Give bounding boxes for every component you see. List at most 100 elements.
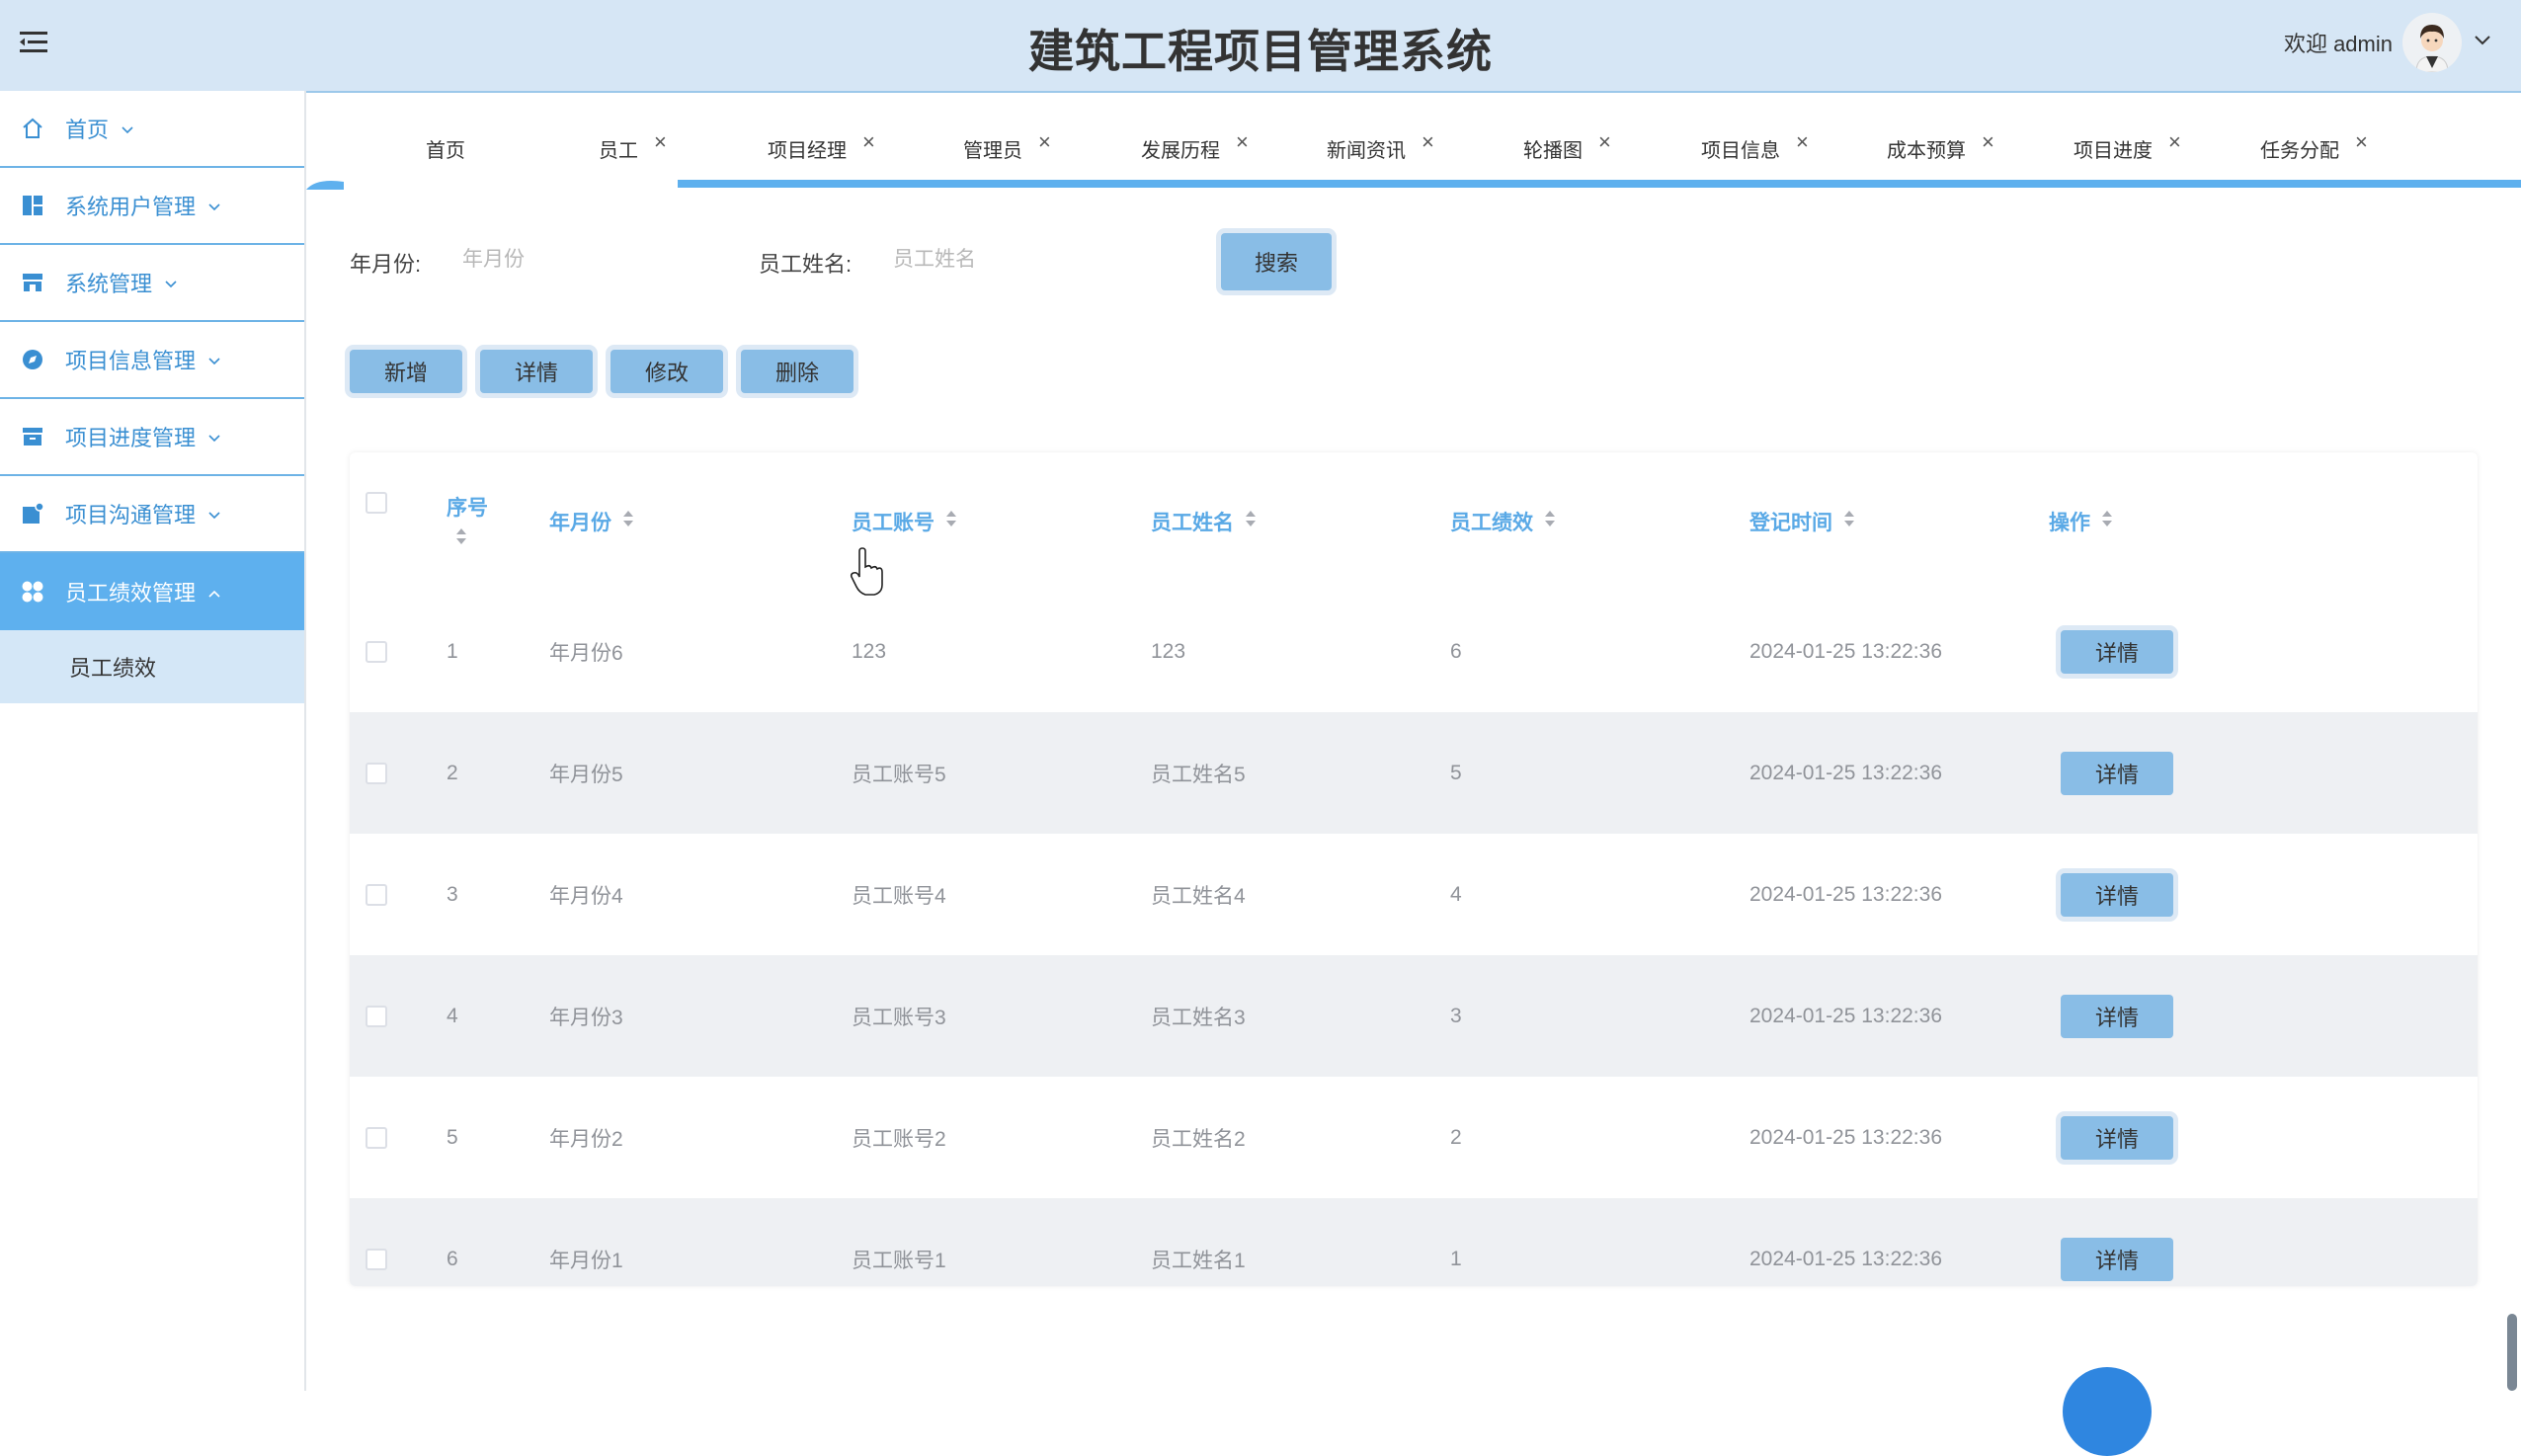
row-checkbox[interactable] bbox=[366, 763, 387, 784]
close-icon[interactable]: × bbox=[1422, 129, 1434, 155]
close-icon[interactable]: × bbox=[1038, 129, 1051, 155]
tab-employee[interactable]: 员工 × bbox=[599, 119, 667, 178]
close-icon[interactable]: × bbox=[862, 129, 875, 155]
close-icon[interactable]: × bbox=[2168, 129, 2181, 155]
user-menu[interactable]: 欢迎 admin bbox=[2284, 6, 2491, 79]
floating-action-button[interactable] bbox=[2063, 1367, 2152, 1456]
sidebar-item-label: 项目进度管理 bbox=[65, 426, 197, 450]
row-checkbox[interactable] bbox=[366, 1127, 387, 1149]
row-checkbox[interactable] bbox=[366, 884, 387, 906]
cell-no: 4 bbox=[447, 1004, 458, 1027]
sidebar-item-project-progress[interactable]: 项目进度管理 bbox=[0, 399, 304, 476]
sort-icon[interactable] bbox=[1842, 510, 1856, 533]
row-detail-button[interactable]: 详情 bbox=[2061, 1116, 2173, 1160]
sidebar-item-home[interactable]: 首页 bbox=[0, 91, 304, 168]
cell-account: 员工账号5 bbox=[852, 763, 946, 786]
sidebar-item-label: 系统用户管理 bbox=[65, 195, 197, 219]
column-header-time[interactable]: 登记时间 bbox=[1749, 452, 1856, 591]
sort-icon[interactable] bbox=[2100, 510, 2114, 533]
archive-icon bbox=[20, 424, 45, 449]
sort-icon[interactable] bbox=[1543, 510, 1557, 533]
cell-month: 年月份1 bbox=[549, 1249, 623, 1272]
welcome-text: 欢迎 admin bbox=[2283, 32, 2393, 56]
close-icon[interactable]: × bbox=[654, 129, 667, 155]
column-header-actions[interactable]: 操作 bbox=[2049, 452, 2114, 591]
cell-name: 员工姓名1 bbox=[1151, 1249, 1246, 1272]
cell-month: 年月份6 bbox=[549, 641, 623, 665]
row-checkbox[interactable] bbox=[366, 641, 387, 663]
search-button[interactable]: 搜索 bbox=[1221, 233, 1332, 290]
cell-score: 6 bbox=[1450, 639, 1462, 663]
scrollbar-thumb[interactable] bbox=[2507, 1314, 2517, 1391]
chevron-down-icon[interactable] bbox=[2474, 34, 2491, 51]
sort-icon[interactable] bbox=[944, 510, 958, 533]
close-icon[interactable]: × bbox=[1982, 129, 1994, 155]
sort-icon[interactable] bbox=[454, 527, 468, 551]
table-row[interactable]: 2 年月份5 员工账号5 员工姓名5 5 2024-01-25 13:22:36… bbox=[350, 712, 2478, 834]
column-header-month[interactable]: 年月份 bbox=[549, 452, 635, 591]
tab-task-assignment[interactable]: 任务分配 × bbox=[2260, 119, 2368, 178]
tab-history[interactable]: 发展历程 × bbox=[1141, 119, 1249, 178]
tab-admin[interactable]: 管理员 × bbox=[963, 119, 1051, 178]
close-icon[interactable]: × bbox=[1796, 129, 1809, 155]
month-input[interactable] bbox=[460, 237, 741, 283]
row-detail-button[interactable]: 详情 bbox=[2061, 995, 2173, 1038]
tab-cost-budget[interactable]: 成本预算 × bbox=[1887, 119, 1994, 178]
sidebar-item-system-manage[interactable]: 系统管理 bbox=[0, 245, 304, 322]
cell-name: 员工姓名2 bbox=[1151, 1127, 1246, 1151]
tab-label: 项目进度 bbox=[2074, 139, 2153, 162]
row-detail-button[interactable]: 详情 bbox=[2061, 873, 2173, 917]
cell-score: 1 bbox=[1450, 1247, 1462, 1270]
select-all-checkbox[interactable] bbox=[366, 492, 387, 514]
table-row[interactable]: 5 年月份2 员工账号2 员工姓名2 2 2024-01-25 13:22:36… bbox=[350, 1077, 2478, 1198]
employee-name-input[interactable] bbox=[891, 237, 1191, 283]
employee-name-label: 员工姓名: bbox=[759, 252, 853, 277]
add-button[interactable]: 新增 bbox=[350, 350, 462, 393]
avatar[interactable] bbox=[2402, 13, 2462, 72]
edit-button[interactable]: 修改 bbox=[610, 350, 723, 393]
column-label: 员工姓名 bbox=[1151, 512, 1234, 534]
column-label: 序号 bbox=[447, 497, 488, 520]
tab-project-progress[interactable]: 项目进度 × bbox=[2074, 119, 2181, 178]
table-row[interactable]: 1 年月份6 123 123 6 2024-01-25 13:22:36 详情 bbox=[350, 591, 2478, 712]
cell-month: 年月份2 bbox=[549, 1127, 623, 1151]
cell-name: 员工姓名4 bbox=[1151, 884, 1246, 908]
column-header-name[interactable]: 员工姓名 bbox=[1151, 452, 1258, 591]
sort-icon[interactable] bbox=[1244, 510, 1258, 533]
tab-project-manager[interactable]: 项目经理 × bbox=[768, 119, 875, 178]
detail-button[interactable]: 详情 bbox=[480, 350, 593, 393]
cell-name: 员工姓名3 bbox=[1151, 1006, 1246, 1029]
table-row[interactable]: 6 年月份1 员工账号1 员工姓名1 1 2024-01-25 13:22:36… bbox=[350, 1198, 2478, 1286]
cell-no: 6 bbox=[447, 1247, 458, 1270]
sidebar-item-employee-performance[interactable]: 员工绩效管理 bbox=[0, 553, 304, 630]
column-header-no[interactable]: 序号 bbox=[447, 452, 488, 591]
cell-score: 5 bbox=[1450, 761, 1462, 784]
table-header: 序号 年月份 员工账号 员工姓名 员工绩效 登记时间 操作 bbox=[350, 452, 2478, 591]
row-detail-button[interactable]: 详情 bbox=[2061, 1238, 2173, 1281]
tab-project-info[interactable]: 项目信息 × bbox=[1701, 119, 1809, 178]
sidebar-item-project-info[interactable]: 项目信息管理 bbox=[0, 322, 304, 399]
close-icon[interactable]: × bbox=[1598, 129, 1611, 155]
table-row[interactable]: 3 年月份4 员工账号4 员工姓名4 4 2024-01-25 13:22:36… bbox=[350, 834, 2478, 955]
row-detail-button[interactable]: 详情 bbox=[2061, 752, 2173, 795]
delete-button[interactable]: 删除 bbox=[741, 350, 854, 393]
sidebar-subitem-employee-performance[interactable]: 员工绩效 bbox=[0, 630, 304, 703]
sort-icon[interactable] bbox=[621, 510, 635, 533]
cell-account: 员工账号1 bbox=[852, 1249, 946, 1272]
chevron-down-icon bbox=[207, 347, 221, 372]
row-checkbox[interactable] bbox=[366, 1249, 387, 1270]
table-row[interactable]: 4 年月份3 员工账号3 员工姓名3 3 2024-01-25 13:22:36… bbox=[350, 955, 2478, 1077]
tab-home[interactable]: 首页 bbox=[426, 119, 465, 178]
row-detail-button[interactable]: 详情 bbox=[2061, 630, 2173, 674]
tab-carousel[interactable]: 轮播图 × bbox=[1523, 119, 1611, 178]
sidebar-item-system-users[interactable]: 系统用户管理 bbox=[0, 168, 304, 245]
top-header: 建筑工程项目管理系统 欢迎 admin bbox=[0, 0, 2521, 93]
cell-time: 2024-01-25 13:22:36 bbox=[1749, 639, 1942, 663]
sidebar: 首页 系统用户管理 系统管理 项目信息管理 项目进度管理 项目沟通管理 员工绩效… bbox=[0, 91, 306, 1391]
tab-news[interactable]: 新闻资讯 × bbox=[1327, 119, 1434, 178]
sidebar-item-project-communication[interactable]: 项目沟通管理 bbox=[0, 476, 304, 553]
column-header-score[interactable]: 员工绩效 bbox=[1450, 452, 1557, 591]
row-checkbox[interactable] bbox=[366, 1006, 387, 1027]
close-icon[interactable]: × bbox=[2355, 129, 2368, 155]
close-icon[interactable]: × bbox=[1236, 129, 1249, 155]
